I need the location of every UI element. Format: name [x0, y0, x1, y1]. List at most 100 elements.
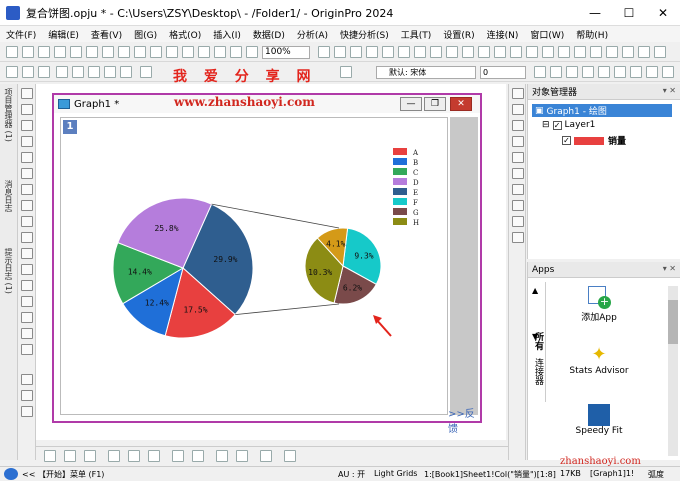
- apps-controls[interactable]: ▾ ✕: [663, 264, 676, 273]
- rotate-icon[interactable]: [21, 390, 33, 401]
- arrow-icon[interactable]: [622, 46, 634, 58]
- anchor-icon[interactable]: [140, 66, 152, 78]
- merge-icon[interactable]: [512, 168, 524, 179]
- menu-graph[interactable]: 图(G): [128, 28, 163, 41]
- apps-up-icon[interactable]: ▲: [532, 286, 538, 295]
- add-top-x-icon[interactable]: [512, 120, 524, 131]
- tree-graph[interactable]: ▣ Graph1 - 绘图: [532, 104, 672, 117]
- mask-icon[interactable]: [574, 46, 586, 58]
- object-icon[interactable]: [21, 344, 33, 355]
- save-template-icon[interactable]: [214, 46, 226, 58]
- text-icon[interactable]: [606, 46, 618, 58]
- pie-of-pie-chart[interactable]: 29.9% 17.5% 12.4% 14.4% 25.8% 9.3% 6.2% 10.3% 4.…: [61, 118, 449, 416]
- new-workbook-icon[interactable]: [22, 46, 34, 58]
- color-scale-icon[interactable]: [21, 374, 33, 385]
- move-icon[interactable]: [38, 66, 50, 78]
- new-3d-icon[interactable]: [118, 46, 130, 58]
- italic-icon[interactable]: [550, 66, 562, 78]
- menu-help[interactable]: 帮助(H): [570, 28, 614, 41]
- script-window-icon[interactable]: [318, 46, 330, 58]
- tree-layer[interactable]: ⊟ ✓ Layer1: [542, 120, 595, 130]
- rect-tool-icon[interactable]: [21, 280, 33, 291]
- new-notes-icon[interactable]: [70, 46, 82, 58]
- minimize-button[interactable]: —: [578, 0, 612, 26]
- add-inset-icon[interactable]: [512, 152, 524, 163]
- graph-maximize-button[interactable]: ❐: [424, 97, 446, 111]
- apps-tab-all[interactable]: 所有: [532, 332, 545, 350]
- app-stats-advisor[interactable]: ✦ Stats Advisor: [556, 344, 642, 376]
- greek-icon[interactable]: [630, 66, 642, 78]
- open-template-icon[interactable]: [182, 46, 194, 58]
- graph-page[interactable]: 1 29.9% 17.5% 12.4% 14.4% 25.8% 9.3% 6.2% 10.3%…: [60, 117, 448, 415]
- apps-tab-connectors[interactable]: 连接器: [532, 358, 545, 385]
- command-window-icon[interactable]: [366, 46, 378, 58]
- new-sheet-icon[interactable]: [134, 46, 146, 58]
- graph-close-button[interactable]: ✕: [450, 97, 472, 111]
- search-icon[interactable]: [4, 468, 18, 480]
- import-icon[interactable]: [230, 46, 242, 58]
- ungroup-icon[interactable]: [88, 66, 100, 78]
- subscript-icon[interactable]: [598, 66, 610, 78]
- align-icon[interactable]: [56, 66, 68, 78]
- status-grids[interactable]: Light Grids: [374, 469, 417, 478]
- app-speedy-fit[interactable]: Speedy Fit: [556, 404, 642, 436]
- data-display-icon[interactable]: [510, 46, 522, 58]
- menu-data[interactable]: 数据(D): [247, 28, 291, 41]
- menu-edit[interactable]: 编辑(E): [42, 28, 85, 41]
- add-axis-icon[interactable]: [512, 104, 524, 115]
- font-size-select[interactable]: 0: [480, 66, 526, 79]
- layer-checkbox[interactable]: ✓: [552, 120, 562, 130]
- line-icon[interactable]: [638, 46, 650, 58]
- zoom-in-icon[interactable]: [21, 104, 33, 115]
- hand-icon[interactable]: [21, 296, 33, 307]
- scatter-style-icon[interactable]: [64, 450, 76, 462]
- apps-scroll-thumb[interactable]: [668, 300, 678, 344]
- new-matrix-icon[interactable]: [54, 46, 66, 58]
- results-log-icon[interactable]: [350, 46, 362, 58]
- stat-icon[interactable]: [236, 450, 248, 462]
- feedback-link[interactable]: >>反馈: [448, 405, 480, 435]
- tab-project-explorer[interactable]: 项目管理器 (1): [3, 88, 14, 142]
- region-select-icon[interactable]: [21, 184, 33, 195]
- series-checkbox[interactable]: ✓: [562, 136, 571, 145]
- new-layout-icon[interactable]: [86, 46, 98, 58]
- menu-file[interactable]: 文件(F): [0, 28, 42, 41]
- align-layers-icon[interactable]: [512, 200, 524, 211]
- menu-connectivity[interactable]: 连接(N): [481, 28, 525, 41]
- new-legend-icon[interactable]: [494, 46, 506, 58]
- duplicate-icon[interactable]: [382, 46, 394, 58]
- menu-view[interactable]: 查看(V): [85, 28, 128, 41]
- text-tool-icon[interactable]: [21, 216, 33, 227]
- undo-icon[interactable]: [6, 66, 18, 78]
- ternary-icon[interactable]: [284, 450, 296, 462]
- scale-in-icon[interactable]: [21, 136, 33, 147]
- add-layer-icon[interactable]: [512, 88, 524, 99]
- code-builder-icon[interactable]: [334, 46, 346, 58]
- new-function-icon[interactable]: [102, 46, 114, 58]
- area-icon[interactable]: [172, 450, 184, 462]
- arrange-icon[interactable]: [512, 184, 524, 195]
- rect-icon[interactable]: [654, 46, 666, 58]
- app-add[interactable]: + 添加App: [556, 286, 642, 323]
- project-explorer-icon[interactable]: [414, 46, 426, 58]
- scale-icon[interactable]: [21, 120, 33, 131]
- layer-icon[interactable]: [462, 46, 474, 58]
- data-reader-icon[interactable]: [21, 152, 33, 163]
- insert-graph-icon[interactable]: [21, 232, 33, 243]
- menu-analysis[interactable]: 分析(A): [291, 28, 334, 41]
- menu-window[interactable]: 窗口(W): [524, 28, 570, 41]
- new-graph-icon[interactable]: [38, 46, 50, 58]
- front-icon[interactable]: [104, 66, 116, 78]
- new-project-icon[interactable]: [6, 46, 18, 58]
- recent-imports-icon[interactable]: [246, 46, 258, 58]
- underline-icon[interactable]: [566, 66, 578, 78]
- 3d-icon[interactable]: [192, 450, 204, 462]
- tab-hint-log[interactable]: 提示日志 (1): [3, 248, 14, 294]
- lock-icon[interactable]: [340, 66, 352, 78]
- extract-icon[interactable]: [512, 216, 524, 227]
- close-button[interactable]: ✕: [646, 0, 680, 26]
- maximize-button[interactable]: ☐: [612, 0, 646, 26]
- menu-preferences[interactable]: 设置(R): [437, 28, 480, 41]
- open-icon[interactable]: [166, 46, 178, 58]
- graph-window[interactable]: Graph1 * — ❐ ✕ 1 29.9% 17.5% 12.4% 14.4% 25.…: [52, 93, 482, 435]
